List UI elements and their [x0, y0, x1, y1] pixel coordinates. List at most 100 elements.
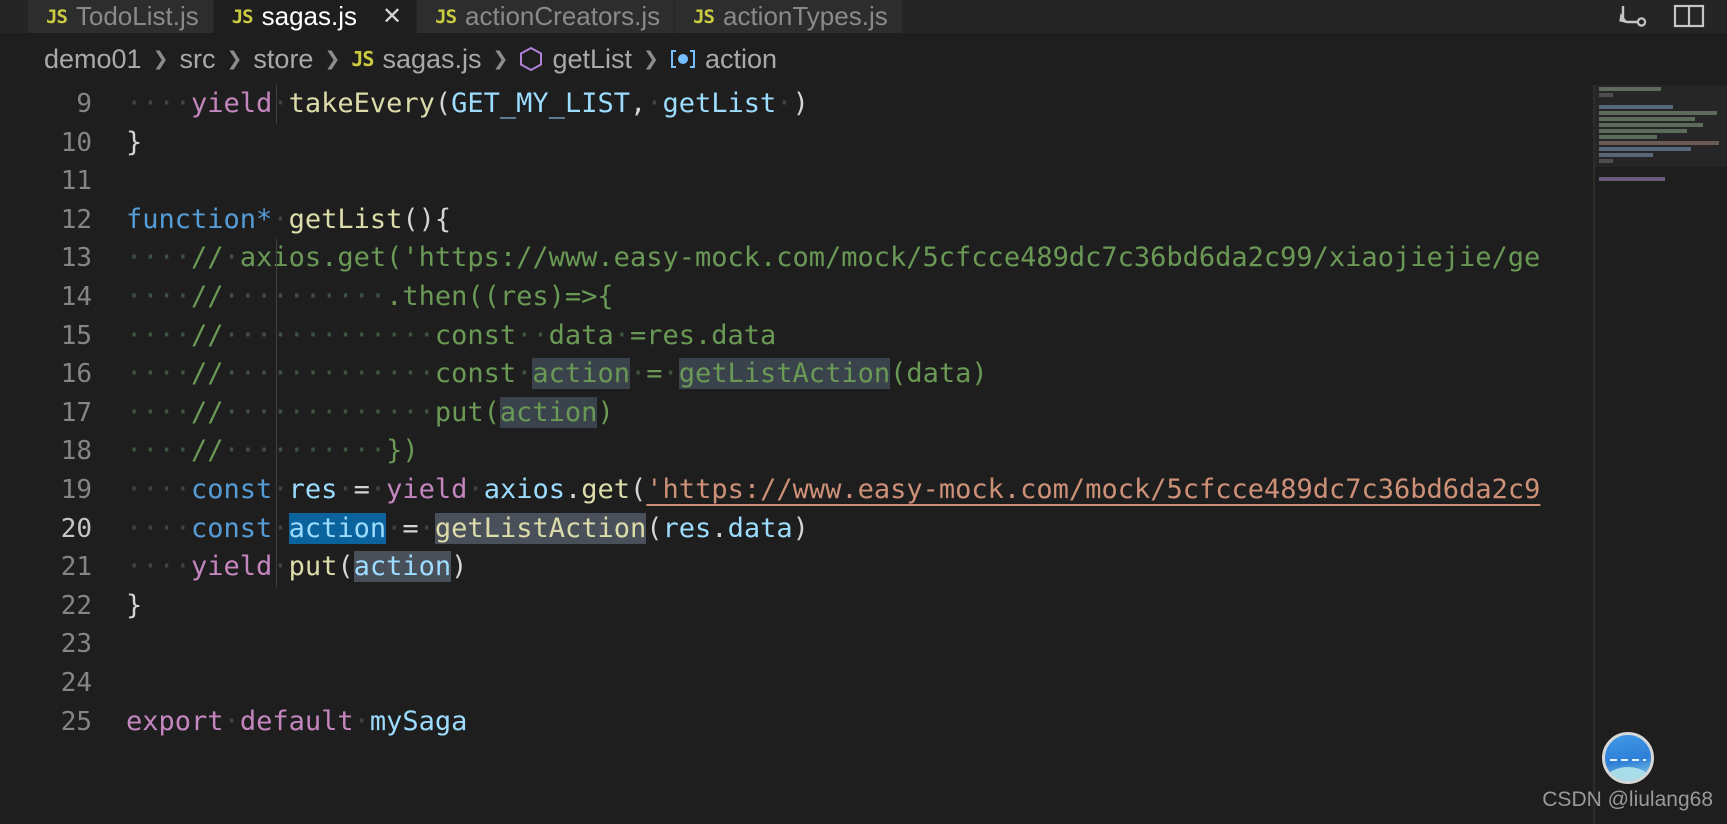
code-content: ····//·axios.get('https://www.easy-mock.…	[126, 239, 1727, 278]
indent-guide	[276, 239, 277, 278]
code-line[interactable]: 19 ····const·res·=·yield·axios.get('http…	[0, 470, 1727, 510]
breadcrumb-label: store	[253, 43, 314, 74]
indent-guide	[276, 316, 277, 356]
code-line[interactable]: 11	[0, 162, 1727, 201]
vscode-window: JS TodoList.js JS sagas.js ✕ JS actionCr…	[0, 0, 1727, 824]
code-line[interactable]: 22 }	[0, 587, 1727, 626]
breadcrumb-label: getList	[552, 43, 633, 74]
code-line[interactable]: 21 ····yield·put(action)	[0, 548, 1727, 587]
indent-guide	[276, 432, 277, 471]
symbol-method-icon	[519, 46, 543, 72]
js-file-icon: JS	[435, 5, 457, 28]
js-file-icon: JS	[46, 5, 68, 28]
code-line[interactable]: 16 ····//·············const·action·=·get…	[0, 355, 1727, 394]
code-line[interactable]: 15 ····//·············const··data·=res.d…	[0, 316, 1727, 356]
chevron-right-icon: ❯	[324, 48, 341, 70]
indent-guide	[276, 470, 277, 510]
line-number: 23	[60, 629, 92, 660]
line-number: 14	[60, 281, 92, 312]
line-number: 19	[60, 474, 92, 505]
code-line[interactable]: 20 ····const·action·=·getListAction(res.…	[0, 509, 1727, 549]
line-number: 12	[60, 204, 92, 235]
tab-label: actionCreators.js	[465, 1, 661, 31]
selected-word: action	[288, 512, 387, 544]
indent-guide	[276, 277, 277, 317]
code-line[interactable]: 13 ····//·axios.get('https://www.easy-mo…	[0, 239, 1727, 278]
line-number: 24	[60, 667, 92, 698]
code-content: }	[126, 589, 143, 621]
code-content: ····//·············const··data·=res.data	[126, 316, 1727, 356]
chevron-right-icon: ❯	[152, 48, 169, 70]
occurrence-highlight: action	[499, 396, 598, 428]
split-editor-icon[interactable]	[1673, 4, 1705, 30]
occurrence-highlight: getListAction	[678, 358, 891, 390]
code-content: ····//··········.then((res)=>{	[126, 277, 1727, 317]
indent-guide	[276, 509, 277, 549]
code-content: }	[126, 126, 143, 158]
breadcrumb-item-store[interactable]: store	[253, 44, 313, 75]
code-line[interactable]: 9 ····yield·takeEvery(GET_MY_LIST,·getLi…	[0, 85, 1727, 124]
code-content: ····yield·put(action)	[126, 548, 1727, 587]
code-line[interactable]: 18 ····//··········})	[0, 432, 1727, 471]
line-number: 10	[60, 127, 92, 158]
line-number: 17	[60, 397, 92, 428]
breadcrumb-item-getlist[interactable]: getList	[519, 44, 632, 75]
tab-label: actionTypes.js	[722, 1, 888, 31]
line-number: 15	[60, 320, 92, 351]
occurrence-highlight: action	[532, 358, 630, 390]
line-number: 20	[60, 513, 92, 544]
line-number: 11	[60, 166, 92, 197]
chevron-right-icon: ❯	[492, 48, 509, 70]
tab-todolist-js[interactable]: JS TodoList.js	[28, 0, 214, 33]
editor-tab-actions	[1617, 0, 1719, 33]
minimap[interactable]	[1595, 85, 1727, 824]
tab-actiontypes-js[interactable]: JS actionTypes.js	[675, 0, 903, 33]
indent-guide	[276, 355, 277, 394]
code-content: ····//··········})	[126, 432, 1727, 471]
tab-actioncreators-js[interactable]: JS actionCreators.js	[417, 0, 676, 33]
code-line[interactable]: 24	[0, 664, 1727, 703]
chevron-right-icon: ❯	[643, 48, 659, 70]
code-content: ····const·action·=·getListAction(res.dat…	[126, 509, 1727, 549]
breadcrumb-label: src	[179, 43, 216, 74]
code-content: export·default·mySaga	[126, 705, 468, 737]
occurrence-highlight: action	[353, 551, 452, 583]
code-line[interactable]: 25 export·default·mySaga	[0, 703, 1727, 742]
js-file-icon: JS	[351, 47, 374, 71]
code-line[interactable]: 10 }	[0, 124, 1727, 163]
breadcrumb-label: sagas.js	[382, 43, 482, 74]
indent-guide	[276, 85, 277, 124]
minimap-slider[interactable]	[1595, 85, 1727, 167]
code-content: function*·getList(){	[126, 203, 452, 235]
editor-tab-bar: JS TodoList.js JS sagas.js ✕ JS actionCr…	[0, 0, 1727, 33]
indent-guide	[276, 393, 277, 433]
code-line[interactable]: 23	[0, 625, 1727, 664]
breadcrumb-item-action[interactable]: action	[670, 44, 777, 75]
breadcrumb-item-demo01[interactable]: demo01	[44, 44, 142, 75]
code-line[interactable]: 17 ····//·············put(action)	[0, 393, 1727, 433]
code-editor[interactable]: 9 ····yield·takeEvery(GET_MY_LIST,·getLi…	[0, 85, 1727, 824]
breadcrumb-item-sagas-js[interactable]: JS sagas.js	[351, 44, 481, 75]
code-content: ····yield·takeEvery(GET_MY_LIST,·getList…	[126, 85, 1727, 124]
code-content: ····//·············put(action)	[126, 393, 1727, 433]
breadcrumb-label: action	[704, 43, 777, 74]
tab-sagas-js[interactable]: JS sagas.js ✕	[213, 0, 418, 33]
line-number: 13	[60, 243, 92, 274]
line-number: 18	[60, 436, 92, 467]
breadcrumb: demo01 ❯ src ❯ store ❯ JS sagas.js ❯ get…	[0, 33, 1727, 85]
run-or-debug-icon[interactable]	[1617, 4, 1647, 30]
chevron-right-icon: ❯	[226, 48, 243, 70]
code-content: ····const·res·=·yield·axios.get('https:/…	[126, 470, 1727, 510]
code-line[interactable]: 12 function*·getList(){	[0, 201, 1727, 240]
indent-guide	[276, 548, 277, 587]
url-link[interactable]: 'https://www.easy-mock.com/mock/5cfcce48…	[646, 474, 1540, 505]
occurrence-highlight: getListAction	[434, 512, 647, 544]
tab-label: sagas.js	[261, 1, 358, 31]
line-number: 21	[60, 552, 92, 583]
symbol-variable-icon	[670, 48, 696, 70]
js-file-icon: JS	[231, 5, 254, 28]
breadcrumb-item-src[interactable]: src	[180, 44, 216, 75]
code-line[interactable]: 14 ····//··········.then((res)=>{	[0, 277, 1727, 317]
js-file-icon: JS	[693, 5, 715, 28]
close-icon[interactable]: ✕	[382, 4, 402, 29]
